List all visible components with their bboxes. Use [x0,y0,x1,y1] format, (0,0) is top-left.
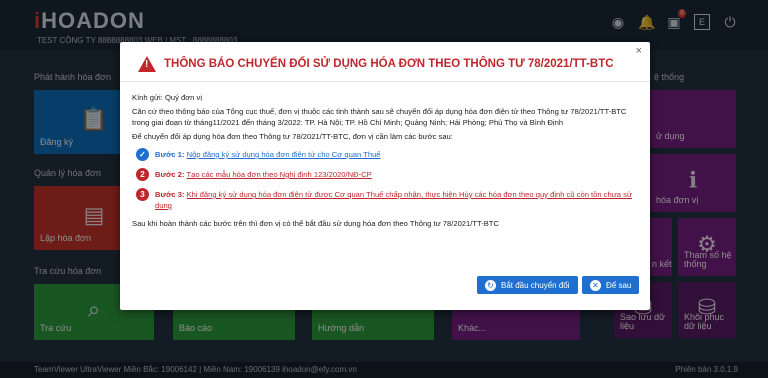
step-2-number: 2 [136,168,149,181]
divider [120,81,650,82]
dialog-body: Kính gửi: Quý đơn vị Căn cứ theo thông b… [132,92,637,232]
step-1-link[interactable]: Nộp đăng ký sử dụng hóa đơn điện tử cho … [187,150,381,159]
conversion-notice-dialog: × ! THÔNG BÁO CHUYỂN ĐỔI SỬ DỤNG HÓA ĐƠN… [120,42,650,310]
paragraph-1: Căn cứ theo thông báo của Tổng cục thuế,… [132,107,627,127]
step-2-label: Bước 2: [155,170,185,179]
step-3-link[interactable]: Khi đăng ký sử dụng hóa đơn điện tử được… [155,190,632,210]
dialog-title-text: THÔNG BÁO CHUYỂN ĐỔI SỬ DỤNG HÓA ĐƠN THE… [164,58,614,70]
step-1: ✓ Bước 1: Nộp đăng ký sử dụng hóa đơn đi… [136,148,637,161]
start-conversion-button[interactable]: ↻ Bắt đầu chuyển đổi [477,276,578,294]
steps-list: ✓ Bước 1: Nộp đăng ký sử dụng hóa đơn đi… [136,148,637,211]
check-circle-icon: ✓ [136,148,149,161]
warning-icon: ! [138,56,156,72]
step-1-label: Bước 1: [155,150,185,159]
dialog-title: ! THÔNG BÁO CHUYỂN ĐỔI SỬ DỤNG HÓA ĐƠN T… [138,56,614,72]
close-icon[interactable]: × [636,45,642,57]
step-3: 3 Bước 3: Khi đăng ký sử dụng hóa đơn đi… [136,188,637,211]
greeting: Kính gửi: Quý đơn vị [132,93,203,102]
refresh-icon: ↻ [485,279,496,291]
later-button[interactable]: ✕ Để sau [582,276,640,294]
final-note: Sau khi hoàn thành các bước trên thì đơn… [132,219,499,228]
start-conversion-label: Bắt đầu chuyển đổi [501,280,570,290]
later-label: Để sau [606,280,632,290]
step-3-number: 3 [136,188,149,201]
step-2-link[interactable]: Tạo các mẫu hóa đơn theo Nghị định 123/2… [186,170,371,179]
paragraph-2: Để chuyển đổi áp dụng hóa đơn theo Thông… [132,132,453,141]
step-3-label: Bước 3: [155,190,185,199]
step-2: 2 Bước 2: Tạo các mẫu hóa đơn theo Nghị … [136,168,637,181]
close-circle-icon: ✕ [590,279,601,291]
